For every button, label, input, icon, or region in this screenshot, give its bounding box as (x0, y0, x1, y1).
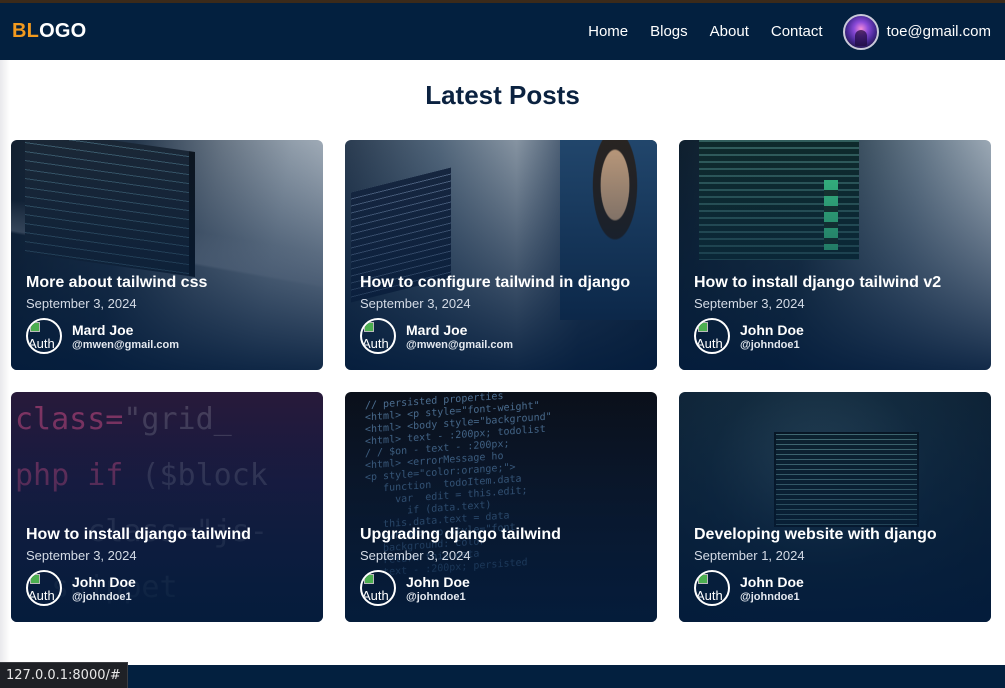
post-author: Auth John Doe @johndoe1 (26, 570, 313, 606)
post-author: Auth John Doe @johndoe1 (694, 570, 981, 606)
author-handle: @johndoe1 (406, 590, 466, 603)
author-avatar: Auth (694, 318, 730, 354)
author-name: John Doe (740, 573, 804, 590)
post-card[interactable]: How to install django tailwind v2 Septem… (679, 140, 991, 370)
nav-menu: Home Blogs About Contact toe@gmail.com (588, 13, 991, 50)
post-title[interactable]: How to install django tailwind (26, 525, 313, 545)
post-title[interactable]: How to install django tailwind v2 (694, 273, 981, 293)
post-date: September 1, 2024 (694, 548, 805, 563)
author-handle: @mwen@gmail.com (406, 338, 514, 351)
post-card[interactable]: class="grid_ php if ($block class="js- s… (11, 392, 323, 622)
post-date: September 3, 2024 (26, 548, 137, 563)
post-author: Auth John Doe @johndoe1 (694, 318, 981, 354)
user-menu[interactable]: toe@gmail.com (842, 13, 991, 50)
author-handle: @johndoe1 (740, 590, 800, 603)
site-logo[interactable]: BLOGO (12, 20, 86, 43)
post-card[interactable]: How to configure tailwind in django Sept… (345, 140, 657, 370)
post-card[interactable]: // persisted properties <html> <p style=… (345, 392, 657, 622)
post-title[interactable]: Developing website with django (694, 525, 981, 545)
left-scroll-shade (0, 60, 10, 665)
nav-link-about[interactable]: About (710, 23, 749, 40)
author-avatar: Auth (26, 570, 62, 606)
post-author: Auth Mard Joe @mwen@gmail.com (26, 318, 313, 354)
author-handle: @johndoe1 (72, 590, 132, 603)
post-title[interactable]: How to configure tailwind in django (360, 273, 647, 293)
post-author: Auth Mard Joe @mwen@gmail.com (360, 318, 647, 354)
post-date: September 3, 2024 (360, 548, 471, 563)
author-avatar: Auth (360, 570, 396, 606)
nav-link-blogs[interactable]: Blogs (650, 23, 688, 40)
nav-link-contact[interactable]: Contact (771, 23, 823, 40)
footer (0, 665, 1005, 688)
navbar: BLOGO Home Blogs About Contact toe@gmail… (0, 3, 1005, 60)
post-date: September 3, 2024 (360, 296, 471, 311)
status-bar-url: 127.0.0.1:8000/# (0, 662, 128, 688)
nav-link-home[interactable]: Home (588, 23, 628, 40)
post-date: September 3, 2024 (26, 296, 137, 311)
author-avatar: Auth (360, 318, 396, 354)
author-name: Mard Joe (72, 321, 134, 338)
author-handle: @mwen@gmail.com (72, 338, 180, 351)
logo-text: OGO (39, 20, 87, 42)
user-avatar[interactable] (842, 13, 879, 50)
author-name: Mard Joe (406, 321, 468, 338)
post-date: September 3, 2024 (694, 296, 805, 311)
author-name: John Doe (72, 573, 136, 590)
post-title[interactable]: Upgrading django tailwind (360, 525, 647, 545)
page-title: Latest Posts (425, 80, 580, 110)
user-email: toe@gmail.com (886, 23, 991, 40)
author-avatar: Auth (26, 318, 62, 354)
author-handle: @johndoe1 (740, 338, 800, 351)
post-card[interactable]: More about tailwind css September 3, 202… (11, 140, 323, 370)
post-author: Auth John Doe @johndoe1 (360, 570, 647, 606)
post-title[interactable]: More about tailwind css (26, 273, 313, 293)
author-name: John Doe (740, 321, 804, 338)
author-name: John Doe (406, 573, 470, 590)
logo-accent: BL (12, 20, 40, 42)
post-card[interactable]: Developing website with django September… (679, 392, 991, 622)
author-avatar: Auth (694, 570, 730, 606)
